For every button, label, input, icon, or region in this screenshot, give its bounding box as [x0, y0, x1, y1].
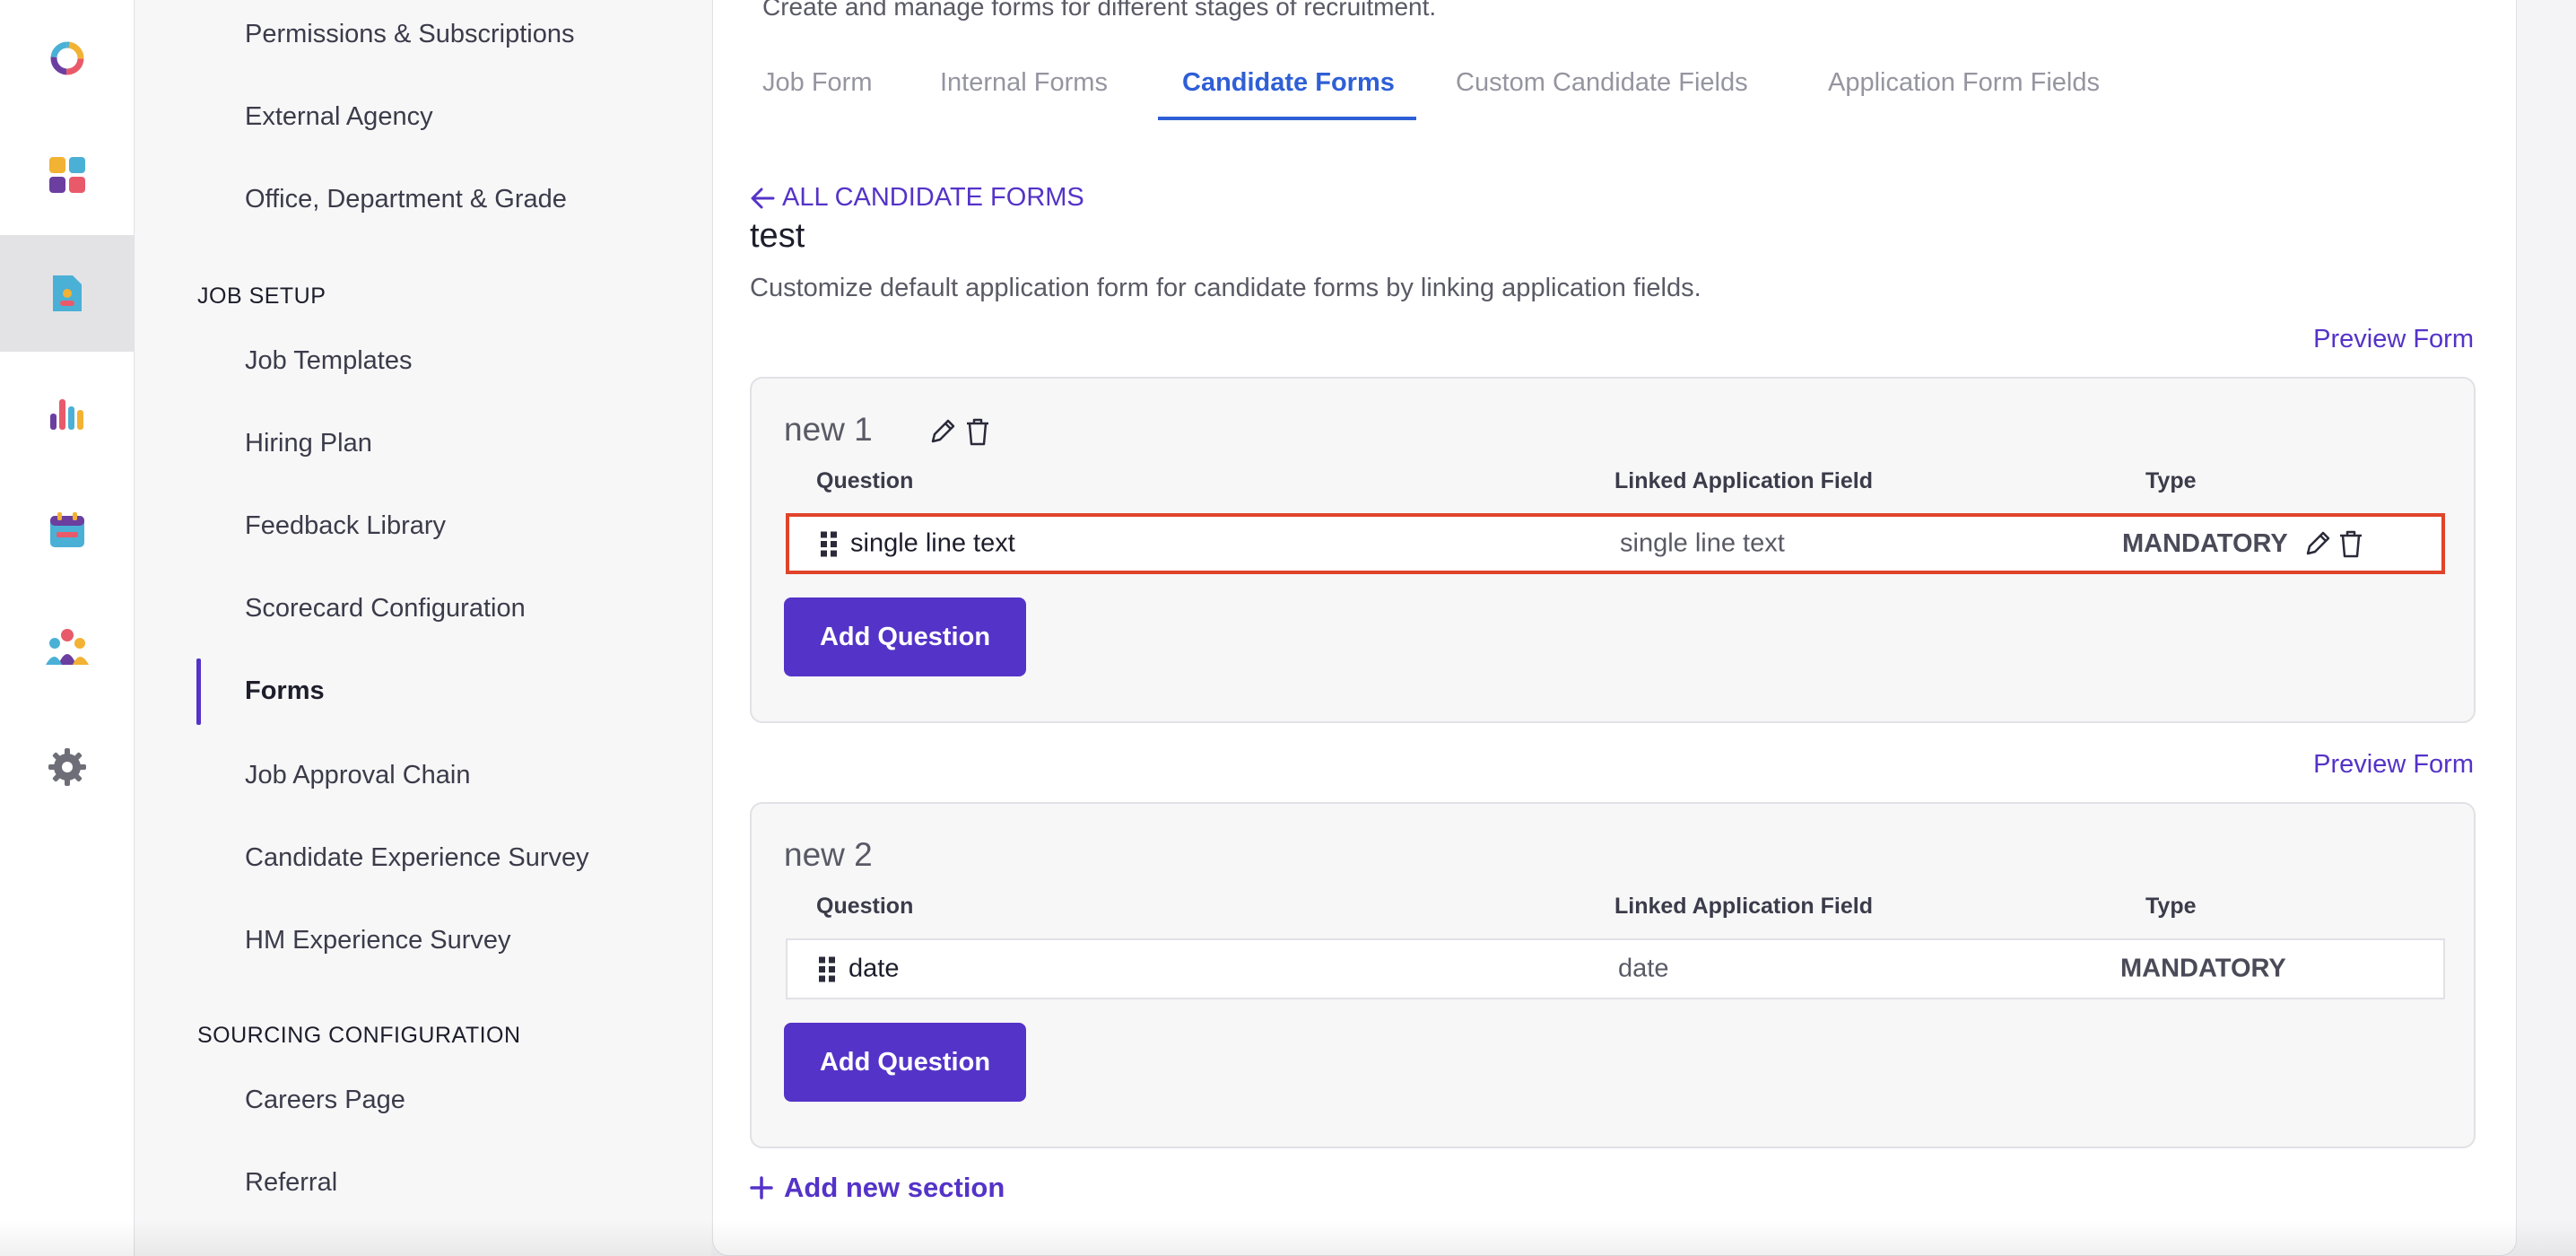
sidebar-header-job-setup: JOB SETUP — [197, 283, 326, 309]
row-actions — [2302, 528, 2365, 559]
type-cell: MANDATORY — [2120, 955, 2286, 984]
sidebar-item-office[interactable]: Office, Department & Grade — [245, 185, 567, 214]
column-header-question: Question — [816, 894, 914, 919]
drag-handle-icon[interactable] — [820, 530, 838, 557]
arrow-left-icon — [751, 188, 775, 208]
rail-settings[interactable] — [0, 709, 135, 825]
rail-dashboard[interactable] — [0, 117, 135, 233]
drag-handle-icon[interactable] — [818, 955, 836, 982]
calendar-icon — [50, 512, 84, 547]
delete-question-trash-icon[interactable] — [2337, 528, 2365, 559]
bar-chart-icon — [50, 399, 83, 430]
rail-people[interactable] — [0, 589, 135, 705]
column-header-type: Type — [2145, 894, 2197, 919]
rail-jobs[interactable] — [0, 235, 135, 352]
sidebar-item-external-agency[interactable]: External Agency — [245, 102, 433, 132]
section-actions — [927, 416, 992, 447]
page-subtitle: Create and manage forms for different st… — [762, 0, 1437, 21]
settings-sidebar: Permissions & Subscriptions External Age… — [135, 0, 711, 1256]
delete-section-trash-icon[interactable] — [963, 416, 992, 447]
job-document-icon — [53, 275, 82, 311]
rail-reports[interactable] — [0, 355, 135, 472]
sidebar-item-permissions[interactable]: Permissions & Subscriptions — [245, 20, 574, 49]
column-header-linked-field: Linked Application Field — [1614, 468, 1873, 493]
column-header-linked-field: Linked Application Field — [1614, 894, 1873, 919]
rail-calendar[interactable] — [0, 472, 135, 589]
tab-application-form-fields[interactable]: Application Form Fields — [1828, 68, 2100, 98]
add-question-button-1[interactable]: Add Question — [784, 597, 1026, 676]
form-section-1: new 1 Question Linked Application Field … — [750, 377, 2476, 723]
tab-internal-forms[interactable]: Internal Forms — [940, 68, 1108, 98]
sidebar-item-feedback-library[interactable]: Feedback Library — [245, 511, 446, 541]
sidebar-header-sourcing: SOURCING CONFIGURATION — [197, 1023, 521, 1048]
preview-form-link-1[interactable]: Preview Form — [2313, 325, 2474, 354]
sidebar-item-hm-experience-survey[interactable]: HM Experience Survey — [245, 926, 511, 955]
question-row[interactable]: single line text single line text MANDAT… — [786, 513, 2445, 574]
linked-field-cell: single line text — [1620, 528, 1785, 558]
sidebar-item-job-templates[interactable]: Job Templates — [245, 346, 412, 376]
add-new-section-label: Add new section — [784, 1172, 1005, 1203]
rail-logo[interactable] — [0, 0, 135, 117]
form-title: test — [750, 217, 805, 255]
type-badge: MANDATORY — [2120, 954, 2286, 983]
preview-form-link-2[interactable]: Preview Form — [2313, 750, 2474, 780]
column-header-question: Question — [816, 468, 914, 493]
sidebar-item-forms[interactable]: Forms — [245, 676, 325, 706]
question-cell: date — [818, 955, 899, 984]
sidebar-item-referral[interactable]: Referral — [245, 1168, 337, 1198]
sidebar-item-hiring-plan[interactable]: Hiring Plan — [245, 429, 372, 458]
sidebar-item-job-approval-chain[interactable]: Job Approval Chain — [245, 761, 471, 790]
add-new-section-link[interactable]: Add new section — [750, 1172, 1005, 1204]
sidebar-item-candidate-experience-survey[interactable]: Candidate Experience Survey — [245, 843, 589, 873]
app-root: Permissions & Subscriptions External Age… — [0, 0, 2576, 1256]
back-link-label: ALL CANDIDATE FORMS — [782, 183, 1084, 212]
question-cell: single line text — [820, 529, 1015, 559]
back-to-all-candidate-forms-link[interactable]: ALL CANDIDATE FORMS — [750, 183, 1084, 213]
type-badge: MANDATORY — [2122, 528, 2288, 558]
sidebar-active-indicator — [196, 659, 201, 725]
type-cell: MANDATORY — [2122, 528, 2365, 559]
sidebar-item-careers-page[interactable]: Careers Page — [245, 1086, 405, 1115]
question-text: single line text — [850, 528, 1015, 558]
people-icon — [46, 629, 89, 665]
section-name: new 2 — [784, 836, 873, 873]
dashboard-icon — [49, 157, 85, 193]
plus-icon — [750, 1176, 773, 1199]
sidebar-item-scorecard[interactable]: Scorecard Configuration — [245, 594, 526, 624]
form-section-2: new 2 Question Linked Application Field … — [750, 802, 2476, 1148]
edit-question-pencil-icon[interactable] — [2302, 528, 2333, 559]
form-description: Customize default application form for c… — [750, 274, 1701, 302]
icon-rail — [0, 0, 135, 1256]
tab-job-form[interactable]: Job Form — [762, 68, 872, 98]
tab-custom-candidate-fields[interactable]: Custom Candidate Fields — [1456, 68, 1748, 98]
linked-field-cell: date — [1618, 954, 1669, 983]
question-text: date — [849, 954, 900, 983]
gear-icon — [48, 748, 86, 786]
question-row[interactable]: date date MANDATORY — [786, 938, 2445, 999]
column-header-type: Type — [2145, 468, 2197, 493]
edit-section-pencil-icon[interactable] — [927, 416, 958, 447]
add-question-button-2[interactable]: Add Question — [784, 1023, 1026, 1102]
tab-candidate-forms[interactable]: Candidate Forms — [1182, 68, 1395, 98]
section-name: new 1 — [784, 411, 873, 448]
active-tab-underline — [1158, 117, 1416, 120]
logo-icon — [50, 41, 84, 75]
